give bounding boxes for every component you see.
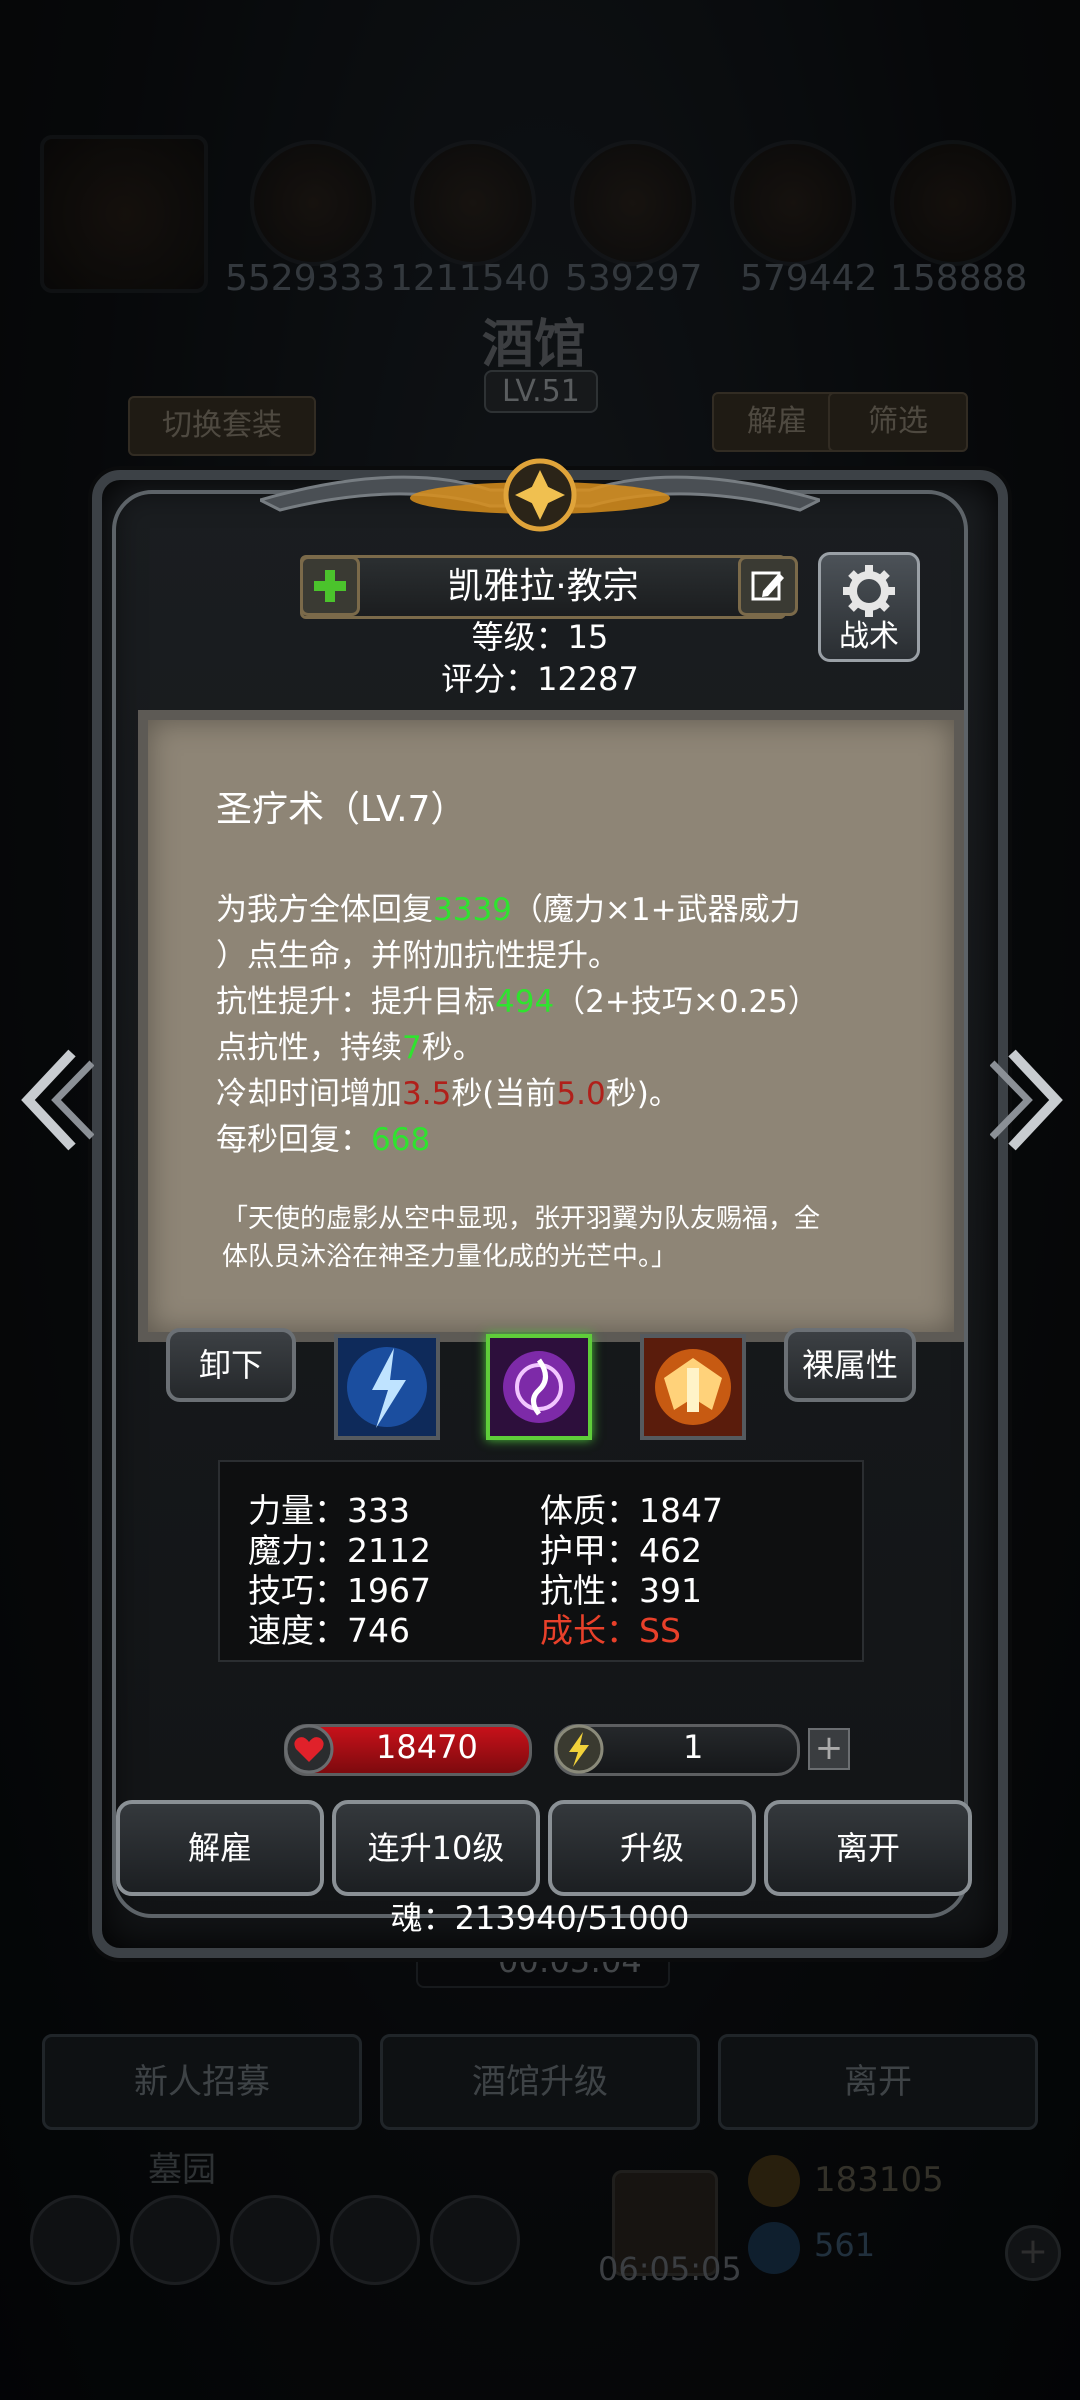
heart-icon	[284, 1724, 334, 1774]
desc-line-6: 每秒回复：668	[216, 1114, 430, 1159]
holy-heal-skill-icon	[490, 1338, 588, 1436]
tactics-button[interactable]: 战术	[818, 552, 920, 662]
prev-hero-arrow[interactable]	[14, 1045, 94, 1155]
panel-top-ornament	[260, 458, 820, 532]
desc-text: （2+技巧×0.25）	[554, 984, 819, 1020]
next-hero-arrow[interactable]	[990, 1045, 1070, 1155]
lightning-skill-slot[interactable]	[334, 1334, 440, 1440]
desc-line-5: 冷却时间增加3.5秒(当前5.0秒)。	[216, 1068, 680, 1113]
desc-line-3: 抗性提升：提升目标494（2+技巧×0.25）	[216, 976, 819, 1021]
growth-stat: 成长：SS	[540, 1611, 681, 1650]
desc-text: 为我方全体回复	[216, 892, 433, 928]
desc-text: 点抗性，持续	[216, 1030, 402, 1066]
energy-value: 1	[683, 1728, 704, 1766]
desc-line-4: 点抗性，持续7秒。	[216, 1022, 484, 1067]
flavor-line-1: 「天使的虚影从空中显现，张开羽翼为队友赐福，全	[222, 1204, 821, 1234]
cooldown-current-value: 5.0	[556, 1076, 606, 1112]
angel-wings-skill-icon	[644, 1338, 742, 1436]
add-energy-button[interactable]: +	[808, 1728, 850, 1770]
rename-button[interactable]	[738, 556, 798, 616]
desc-text: 抗性提升：提升目标	[216, 984, 495, 1020]
angel-wings-skill-slot[interactable]	[640, 1334, 746, 1440]
add-button[interactable]	[300, 556, 360, 616]
holy-heal-skill-slot[interactable]	[486, 1334, 592, 1440]
per-second-value: 668	[371, 1122, 431, 1158]
lightning-skill-icon	[338, 1338, 436, 1436]
unequip-button[interactable]: 卸下	[166, 1328, 296, 1402]
base-attributes-button[interactable]: 裸属性	[784, 1328, 916, 1402]
cooldown-add-value: 3.5	[402, 1076, 452, 1112]
soul-counter: 魂：213940/51000	[390, 1899, 690, 1937]
hero-name-bar: 凯雅拉·教宗	[300, 555, 786, 619]
speed-stat: 速度：746	[248, 1611, 410, 1650]
desc-text: 秒(当前	[451, 1076, 557, 1112]
desc-text: 每秒回复：	[216, 1122, 371, 1158]
resist-boost-value: 494	[495, 984, 555, 1020]
tactics-label: 战术	[839, 619, 899, 654]
dismiss-button[interactable]: 解雇	[116, 1800, 324, 1896]
plus-icon	[314, 570, 346, 602]
heal-value: 3339	[433, 892, 512, 928]
level-up-button[interactable]: 升级	[548, 1800, 756, 1896]
desc-line-2: ）点生命，并附加抗性提升。	[216, 938, 619, 974]
desc-text: 冷却时间增加	[216, 1076, 402, 1112]
hero-score: 评分：12287	[441, 660, 639, 698]
desc-line-1: 为我方全体回复3339（魔力×1+武器威力	[216, 884, 801, 929]
level-up-10-button[interactable]: 连升10级	[332, 1800, 540, 1896]
lightning-bolt-icon	[554, 1724, 604, 1774]
skill-title: 圣疗术（LV.7）	[216, 789, 467, 830]
leave-button[interactable]: 离开	[764, 1800, 972, 1896]
hero-name: 凯雅拉·教宗	[447, 566, 639, 607]
desc-text: （魔力×1+武器威力	[511, 892, 801, 928]
desc-text: 秒。	[421, 1030, 484, 1066]
hp-value: 18470	[376, 1728, 478, 1766]
flavor-line-2: 体队员沐浴在神圣力量化成的光芒中。」	[222, 1242, 678, 1272]
desc-text: 秒)。	[605, 1076, 680, 1112]
duration-value: 7	[402, 1030, 422, 1066]
edit-icon	[751, 571, 784, 601]
